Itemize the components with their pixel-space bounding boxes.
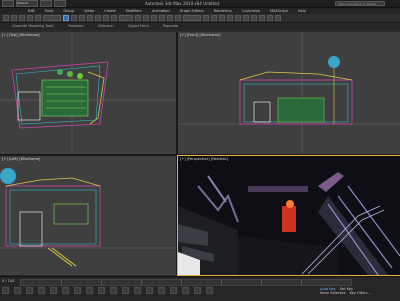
- redo-icon[interactable]: [11, 15, 17, 21]
- link-icon[interactable]: [19, 15, 25, 21]
- absolute-mode-icon[interactable]: [26, 287, 33, 294]
- rendered-frame-icon[interactable]: [267, 15, 273, 21]
- timeline-tick: [101, 280, 102, 285]
- maxscript-listener-icon[interactable]: [2, 287, 9, 294]
- play-icon[interactable]: [74, 287, 81, 294]
- key-mode-icon[interactable]: [110, 287, 117, 294]
- perspective-viewport[interactable]: [+] [Perspective] [Realistic]: [177, 155, 400, 276]
- selection-status: None Selected: [320, 291, 346, 295]
- ribbon-tabs: Graphite Modeling Tools Freeform Selecti…: [0, 23, 400, 30]
- marker-sphere: [0, 168, 16, 184]
- timeline-tick: [301, 280, 302, 285]
- tab-selection[interactable]: Selection: [98, 23, 114, 30]
- align-icon[interactable]: [211, 15, 217, 21]
- undo-icon[interactable]: [3, 15, 9, 21]
- front-view-wireframe: [178, 32, 400, 154]
- quick-access-button[interactable]: [40, 0, 52, 7]
- frame-counter[interactable]: 0 / 100: [2, 279, 14, 283]
- go-to-end-icon[interactable]: [98, 287, 105, 294]
- main-toolbar: [0, 14, 400, 23]
- perspective-render: [178, 172, 400, 275]
- tab-object-paint[interactable]: Object Paint: [128, 23, 149, 30]
- zoom-extents-icon[interactable]: [158, 287, 165, 294]
- select-by-name-icon[interactable]: [71, 15, 77, 21]
- workspace-dropdown[interactable]: Default: [16, 0, 38, 7]
- named-selection-icon[interactable]: [183, 15, 201, 21]
- go-to-start-icon[interactable]: [50, 287, 57, 294]
- viewport-label[interactable]: [+] [Left] [Wireframe]: [2, 157, 40, 161]
- bind-space-warp-icon[interactable]: [35, 15, 41, 21]
- tab-freeform[interactable]: Freeform: [68, 23, 84, 30]
- mirror-icon[interactable]: [203, 15, 209, 21]
- schematic-view-icon[interactable]: [243, 15, 249, 21]
- curve-editor-icon[interactable]: [235, 15, 241, 21]
- move-icon[interactable]: [95, 15, 101, 21]
- tab-populate[interactable]: Populate: [163, 23, 178, 30]
- lock-selection-icon[interactable]: [14, 287, 21, 294]
- top-view-wireframe: [0, 32, 176, 154]
- viewport-label[interactable]: [+] [Perspective] [Realistic]: [180, 157, 228, 161]
- search-input[interactable]: Type a keyword or phrase: [335, 1, 385, 6]
- key-controls: Auto Key Set Key None Selected Key Filte…: [320, 287, 371, 295]
- viewport-area: [+] [Top] [Wireframe] [+] [Front] [Wiref…: [0, 32, 400, 276]
- viewport-label[interactable]: [+] [Front] [Wireframe]: [180, 33, 220, 37]
- field-of-view-icon[interactable]: [170, 287, 177, 294]
- angle-snap-icon[interactable]: [159, 15, 165, 21]
- app-window: Default Autodesk 3ds Max 2014 x64 Untitl…: [0, 0, 400, 301]
- quick-access-button[interactable]: [54, 0, 66, 7]
- bottom-controls: [2, 287, 213, 294]
- timeline-tick: [181, 280, 182, 285]
- zoom-all-icon[interactable]: [146, 287, 153, 294]
- timeline-tick: [221, 280, 222, 285]
- window-crossing-icon[interactable]: [87, 15, 93, 21]
- tab-graphite-modeling[interactable]: Graphite Modeling Tools: [12, 23, 54, 30]
- time-config-icon[interactable]: [122, 287, 129, 294]
- orbit-icon[interactable]: [194, 287, 201, 294]
- key-filters-button[interactable]: Key Filters...: [350, 291, 371, 295]
- material-editor-icon[interactable]: [251, 15, 257, 21]
- selection-filter-icon[interactable]: [43, 15, 61, 21]
- grid-icon[interactable]: [38, 287, 45, 294]
- maximize-viewport-icon[interactable]: [206, 287, 213, 294]
- graphite-toggle-icon[interactable]: [227, 15, 233, 21]
- unlink-icon[interactable]: [27, 15, 33, 21]
- next-frame-icon[interactable]: [86, 287, 93, 294]
- snaps-toggle-icon[interactable]: [151, 15, 157, 21]
- select-and-manipulate-icon[interactable]: [143, 15, 149, 21]
- app-menu-button[interactable]: [2, 0, 14, 7]
- select-object-icon[interactable]: [63, 15, 69, 21]
- timeline-tick: [61, 280, 62, 285]
- status-bar: 0 / 100 Auto Key Set Key None Selected K…: [0, 276, 400, 301]
- pan-view-icon[interactable]: [182, 287, 189, 294]
- timeline-tick: [261, 280, 262, 285]
- render-production-icon[interactable]: [275, 15, 281, 21]
- percent-snap-icon[interactable]: [167, 15, 173, 21]
- left-viewport[interactable]: [+] [Left] [Wireframe]: [0, 156, 176, 275]
- front-viewport[interactable]: [+] [Front] [Wireframe]: [178, 32, 400, 154]
- rectangle-selection-icon[interactable]: [79, 15, 85, 21]
- top-viewport[interactable]: [+] [Top] [Wireframe]: [0, 32, 176, 154]
- layer-manager-icon[interactable]: [219, 15, 225, 21]
- title-bar: Default Autodesk 3ds Max 2014 x64 Untitl…: [0, 0, 400, 8]
- rotate-icon[interactable]: [103, 15, 109, 21]
- viewport-label[interactable]: [+] [Top] [Wireframe]: [2, 33, 40, 37]
- left-view-wireframe: [0, 168, 176, 267]
- window-title: Autodesk 3ds Max 2014 x64 Untitled: [145, 1, 219, 6]
- time-slider[interactable]: [20, 279, 352, 286]
- marker-sphere: [328, 56, 340, 68]
- pivot-center-icon[interactable]: [135, 15, 141, 21]
- zoom-icon[interactable]: [134, 287, 141, 294]
- render-setup-icon[interactable]: [259, 15, 265, 21]
- spinner-snap-icon[interactable]: [175, 15, 181, 21]
- scale-icon[interactable]: [111, 15, 117, 21]
- timeline-tick: [141, 280, 142, 285]
- previous-frame-icon[interactable]: [62, 287, 69, 294]
- reference-coordinate-icon[interactable]: [119, 15, 133, 21]
